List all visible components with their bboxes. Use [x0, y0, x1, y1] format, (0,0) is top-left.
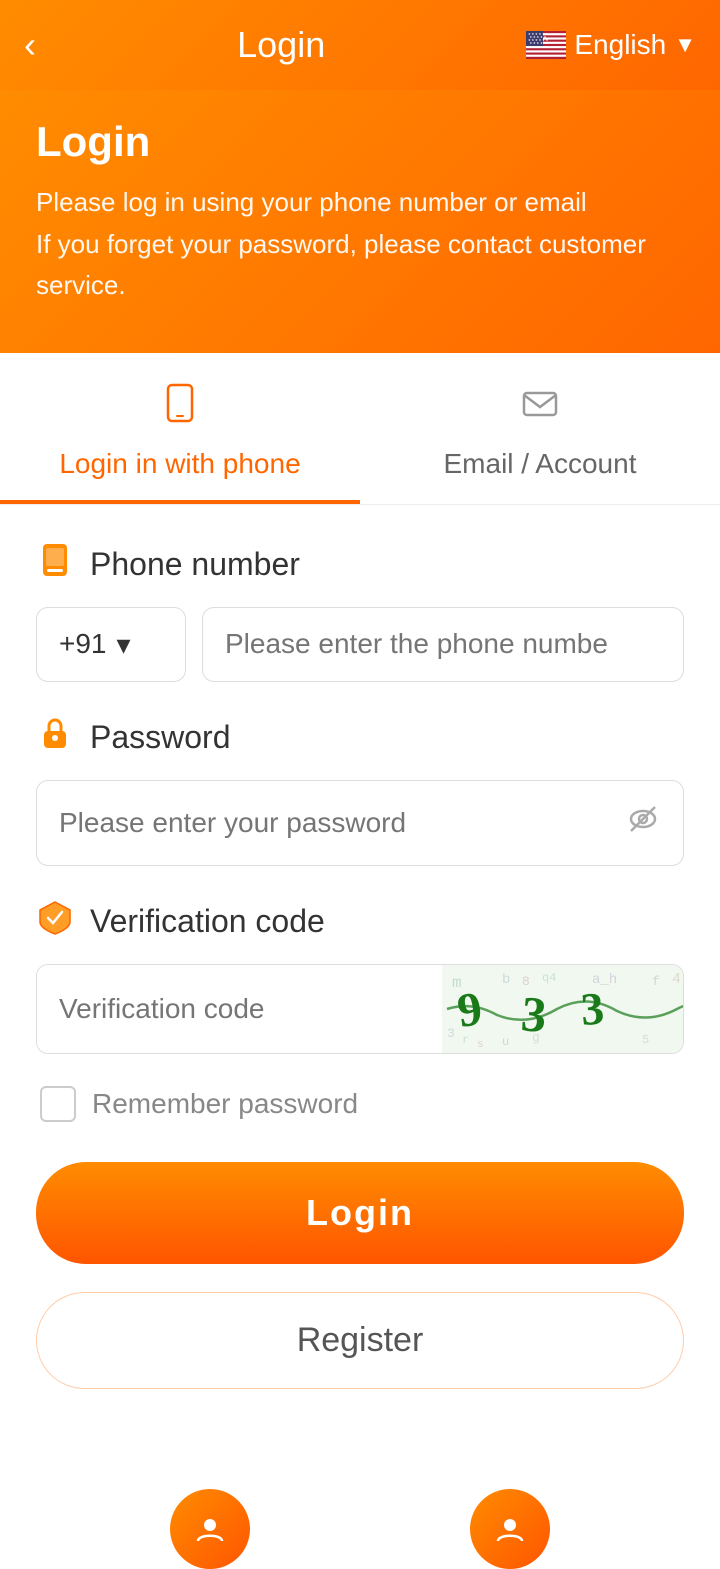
social-icon-1[interactable]: [170, 1489, 250, 1569]
password-field-icon: [36, 714, 74, 762]
svg-text:5: 5: [642, 1033, 649, 1047]
country-code-value: +91: [59, 628, 107, 660]
login-tabs: Login in with phone Email / Account: [0, 353, 720, 505]
bottom-social-icons: [0, 1469, 720, 1569]
login-banner: Login Please log in using your phone num…: [0, 90, 720, 355]
language-selector[interactable]: ★ ★ ★ ★ ★ ★ ★ ★ ★ ★ ★ ★ ★ ★ ★ ★ ★ ★ ★ ★ …: [526, 29, 696, 61]
page-title: Login: [237, 24, 325, 66]
phone-number-input[interactable]: [202, 607, 684, 682]
social-icon-2[interactable]: [470, 1489, 550, 1569]
remember-password-label: Remember password: [92, 1088, 358, 1120]
phone-field-icon: [36, 541, 74, 589]
captcha-image[interactable]: m b 8 q4 a_h f 4 z 3 r s u g 5 u 9: [442, 965, 684, 1053]
phone-input-row: +91 ▾: [36, 607, 684, 682]
verification-input-row: m b 8 q4 a_h f 4 z 3 r s u g 5 u 9: [36, 964, 684, 1054]
phone-field-label: Phone number: [90, 546, 300, 583]
phone-field-section: Phone number +91 ▾: [36, 541, 684, 682]
password-field-section: Password: [36, 714, 684, 866]
phone-tab-icon: [158, 381, 202, 436]
svg-text:u: u: [682, 1039, 684, 1051]
verification-field-section: Verification code m b 8 q4 a_h f 4 z 3 r: [36, 898, 684, 1054]
login-button[interactable]: Login: [36, 1162, 684, 1264]
banner-title: Login: [36, 118, 684, 166]
svg-text:s: s: [477, 1039, 484, 1051]
svg-text:q4: q4: [542, 971, 556, 985]
svg-text:4: 4: [672, 971, 681, 988]
password-field-label: Password: [90, 719, 231, 756]
remember-password-checkbox[interactable]: [40, 1086, 76, 1122]
country-code-arrow: ▾: [117, 628, 131, 661]
password-input[interactable]: [59, 807, 625, 839]
verification-field-label: Verification code: [90, 903, 325, 940]
verification-field-icon: [36, 898, 74, 946]
email-tab-icon: [518, 381, 562, 436]
language-label: English: [574, 29, 666, 61]
country-code-selector[interactable]: +91 ▾: [36, 607, 186, 682]
app-header: ‹ Login ★ ★ ★ ★ ★ ★ ★ ★ ★ ★ ★ ★ ★ ★ ★ ★ …: [0, 0, 720, 90]
phone-tab-label: Login in with phone: [59, 448, 300, 480]
language-dropdown-arrow: ▼: [674, 32, 696, 58]
us-flag-icon: ★ ★ ★ ★ ★ ★ ★ ★ ★ ★ ★ ★ ★ ★ ★ ★ ★ ★ ★ ★ …: [526, 31, 566, 59]
tab-phone-login[interactable]: Login in with phone: [0, 353, 360, 504]
svg-text:f: f: [652, 974, 660, 989]
banner-line1: Please log in using your phone number or…: [36, 182, 684, 307]
password-input-wrapper: [36, 780, 684, 866]
svg-text:3: 3: [579, 982, 606, 1034]
svg-text:u: u: [502, 1035, 509, 1049]
tab-email-login[interactable]: Email / Account: [360, 353, 720, 504]
register-button[interactable]: Register: [36, 1292, 684, 1389]
svg-text:★ ★ ★ ★ ★: ★ ★ ★ ★ ★: [530, 41, 547, 45]
verification-code-input[interactable]: [37, 965, 442, 1053]
back-button[interactable]: ‹: [24, 27, 36, 63]
email-tab-label: Email / Account: [444, 448, 637, 480]
svg-text:3: 3: [447, 1026, 455, 1041]
svg-text:b: b: [502, 972, 510, 988]
toggle-password-visibility[interactable]: [625, 801, 661, 845]
login-form: Phone number +91 ▾ Password: [0, 505, 720, 1469]
remember-password-row: Remember password: [36, 1086, 684, 1122]
